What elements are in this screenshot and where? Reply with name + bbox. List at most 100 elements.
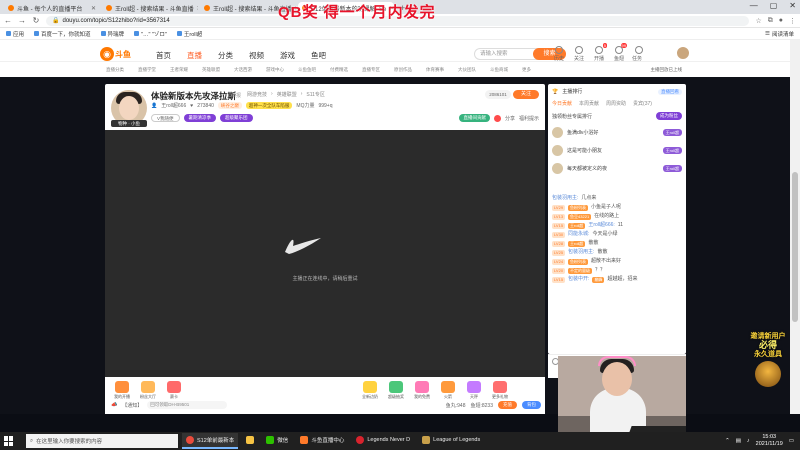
gift-item[interactable]: 赛卡 <box>163 381 185 400</box>
room-tag[interactable]: 暑期清凉季 <box>183 114 217 122</box>
streamer-name[interactable]: 王roll超666 <box>161 102 186 109</box>
gift-item[interactable]: 火箭 <box>437 381 459 400</box>
notification-icon[interactable]: ▭ <box>789 438 794 444</box>
tab-support[interactable]: 周周资助 <box>606 100 626 107</box>
trophy-icon: 🏆 <box>552 88 559 95</box>
bookmark-item[interactable]: 王roll超 <box>176 30 202 38</box>
gift-item[interactable]: 天秤 <box>463 381 485 400</box>
taskbar-app-chrome[interactable]: S12单前最新本 <box>182 433 239 449</box>
bookmark-item[interactable]: 异瑞牌 <box>100 30 124 38</box>
gift-item[interactable]: 粉丝大厅 <box>137 381 159 400</box>
category-item[interactable]: 大话西游 <box>234 67 252 73</box>
become-fan-button[interactable]: 成为粉丝 <box>656 112 682 120</box>
rank-item[interactable]: 鱼满dlv小浴好 王roll超 <box>552 124 682 140</box>
profile-icon[interactable]: ● <box>779 17 783 25</box>
nav-category[interactable]: 分类 <box>218 50 233 61</box>
category-item[interactable]: 原创作品 <box>394 67 412 73</box>
rank-item[interactable]: 这是可能小朋友 王roll超 <box>552 142 682 158</box>
tab-week[interactable]: 本周贡献 <box>579 100 599 107</box>
gift-item[interactable]: 更多礼物 <box>489 381 511 400</box>
welfare-tip-button[interactable]: 福利提示 <box>519 115 539 122</box>
category-item[interactable]: 英雄联盟 <box>202 67 220 73</box>
breadcrumb-item[interactable]: 网游竞技 <box>247 91 267 98</box>
browser-tab[interactable]: 斗鱼 - 每个人的直播平台 ✕ <box>4 2 100 14</box>
contribution-button[interactable]: 直播间贡献 <box>459 114 490 122</box>
system-clock[interactable]: 15:03 2021/11/19 <box>756 434 783 448</box>
breadcrumb-item[interactable]: S11专区 <box>306 91 325 98</box>
category-item[interactable]: 斗鱼商城 <box>490 67 508 73</box>
close-tab-icon[interactable]: ✕ <box>197 5 198 12</box>
taskbar-app-wechat[interactable]: 微信 <box>262 433 292 449</box>
notice-text[interactable]: 回可领取DH-B9501 <box>147 401 228 409</box>
room-tag[interactable]: V我随便 <box>151 114 180 122</box>
replay-notice[interactable]: 主播回放已上线 <box>651 67 683 73</box>
tab-today[interactable]: 今日贡献 <box>552 100 572 107</box>
bookmark-item[interactable]: 应用 <box>6 30 24 38</box>
close-tab-icon[interactable]: ✕ <box>91 5 96 12</box>
taskbar-app-lol[interactable]: League of Legends <box>418 433 484 449</box>
category-item[interactable]: 游戏中心 <box>266 67 284 73</box>
volume-icon[interactable]: ♪ <box>747 438 750 444</box>
bookmark-item[interactable]: 百度一下，你就知道 <box>34 30 91 38</box>
star-icon[interactable]: ☆ <box>755 17 761 25</box>
category-item[interactable]: 王者荣耀 <box>170 67 188 73</box>
backpack-button[interactable]: 背包 <box>522 401 541 409</box>
room-tag[interactable]: 超级聚乐团 <box>220 114 253 122</box>
windows-start-icon[interactable] <box>4 436 14 446</box>
nav-fishbar[interactable]: 鱼吧 <box>311 50 326 61</box>
fan-ranking-row: 独领粉丝专属排行 成为粉丝 <box>552 112 682 120</box>
maximize-icon[interactable]: ▢ <box>770 1 778 10</box>
reload-icon[interactable]: ↻ <box>32 16 40 25</box>
forward-icon[interactable]: → <box>18 16 26 25</box>
category-item[interactable]: 大伙团队 <box>458 67 476 73</box>
reading-list[interactable]: ☰ 阅读清单 <box>765 30 794 38</box>
network-icon[interactable]: ▤ <box>736 438 741 444</box>
share-button[interactable]: 分享 <box>505 115 515 122</box>
minimize-icon[interactable]: — <box>750 1 758 10</box>
gift-item[interactable]: 我的开播 <box>111 381 133 400</box>
close-window-icon[interactable]: ✕ <box>789 1 796 10</box>
taskbar-app-netease[interactable]: Legends Never D <box>352 433 414 449</box>
category-item[interactable]: 斗鱼鱼吧 <box>298 67 316 73</box>
gift-item[interactable]: 超级抽奖 <box>385 381 407 400</box>
breadcrumb-item[interactable]: 英雄联盟 <box>277 91 297 98</box>
extensions-icon[interactable]: ⧉ <box>768 17 773 25</box>
nav-home[interactable]: 首页 <box>156 50 171 61</box>
fish-ball-count: 鱼丸:948 <box>445 402 466 409</box>
category-item[interactable]: 体育赛事 <box>426 67 444 73</box>
breadcrumb: 网游竞技 › 英雄联盟 › S11专区 <box>247 91 325 98</box>
douyu-favicon-icon <box>8 5 14 11</box>
chat-message: LV20 不定的量级？？ <box>552 267 606 274</box>
category-item[interactable]: 更多 <box>522 67 531 73</box>
gift-item[interactable]: 全新边奶 <box>359 381 381 400</box>
user-avatar[interactable] <box>676 46 690 60</box>
replay-tag[interactable]: 直播回看 <box>658 88 682 95</box>
nav-games[interactable]: 游戏 <box>280 50 295 61</box>
video-player[interactable]: 主播正在连线中，请稍后重试 <box>105 130 545 377</box>
taskbar-search-input[interactable]: ⌕ 在这里输入你要搜索的内容 <box>26 434 178 448</box>
bookmark-item[interactable]: "…" "ゾロ" <box>134 30 167 38</box>
browser-tab[interactable]: 王roll超 - 搜索结果 - 斗鱼直播✕ <box>102 2 198 14</box>
promo-ad[interactable]: 邀请新用户 必得 永久道具 <box>746 332 790 398</box>
gift-item[interactable]: 我的免费 <box>411 381 433 400</box>
nav-live[interactable]: 直播 <box>187 50 202 61</box>
douyu-logo[interactable]: ◉ 斗鱼 <box>100 46 134 62</box>
record-icon[interactable] <box>493 114 501 122</box>
category-item[interactable]: 付费精选 <box>330 67 348 73</box>
gift-icon <box>389 381 403 393</box>
follow-button[interactable]: 关注 <box>513 90 539 99</box>
category-item[interactable]: 直播分类 <box>106 67 124 73</box>
category-item[interactable]: 直播专区 <box>362 67 380 73</box>
tray-arrow-icon[interactable]: ⌃ <box>725 438 730 444</box>
scrollbar-thumb[interactable] <box>792 172 798 322</box>
taskbar-app-explorer[interactable] <box>242 433 258 449</box>
back-icon[interactable]: ← <box>4 16 12 25</box>
taskbar-app-douyu[interactable]: 斗鱼直播中心 <box>296 433 348 449</box>
nav-video[interactable]: 视频 <box>249 50 264 61</box>
rank-item[interactable]: 每天都被定义的夜 王roll超 <box>552 160 682 176</box>
category-item[interactable]: 直播学堂 <box>138 67 156 73</box>
tab-vip[interactable]: 贵宾(37) <box>633 100 652 107</box>
recharge-button[interactable]: 充值 <box>498 401 517 409</box>
report-link[interactable]: 举报 <box>231 92 241 99</box>
menu-icon[interactable]: ⋮ <box>789 17 796 25</box>
